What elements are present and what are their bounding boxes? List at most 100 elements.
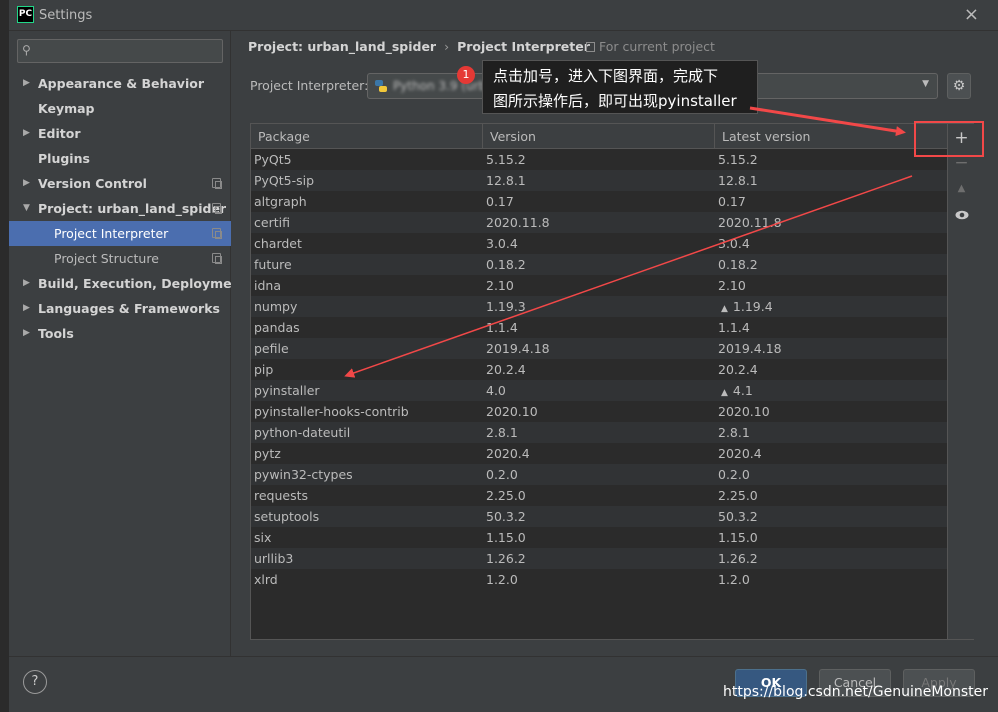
latest-version-cell: 2.8.1 <box>715 422 750 443</box>
chevron-down-icon[interactable]: ▼ <box>23 196 30 221</box>
version-cell: 0.2.0 <box>483 464 518 485</box>
sidebar-item-plugins[interactable]: Plugins <box>9 146 231 171</box>
latest-version-cell-text: 3.0.4 <box>718 236 750 251</box>
table-row[interactable]: numpy 1.19.3 ▲ 1.19.4 <box>251 296 947 317</box>
column-header-latest-version[interactable]: Latest version <box>715 124 947 149</box>
version-cell: 2019.4.18 <box>483 338 550 359</box>
chevron-right-icon[interactable]: ▶ <box>23 296 30 321</box>
upgrade-package-icon[interactable]: ▲ <box>948 177 975 201</box>
sidebar-item-label: Project Interpreter <box>54 226 169 241</box>
package-cell: pywin32-ctypes <box>251 464 353 485</box>
sidebar-item-project-interpreter[interactable]: Project Interpreter <box>9 221 231 246</box>
chevron-right-icon[interactable]: ▶ <box>23 71 30 96</box>
package-cell-text: PyQt5 <box>254 152 292 167</box>
table-row[interactable]: pandas 1.1.4 1.1.4 <box>251 317 947 338</box>
chevron-right-icon[interactable]: ▶ <box>23 121 30 146</box>
column-header-package[interactable]: Package <box>251 124 483 149</box>
version-cell: 3.0.4 <box>483 233 518 254</box>
project-scope-icon <box>212 178 222 189</box>
table-row[interactable]: pefile 2019.4.18 2019.4.18 <box>251 338 947 359</box>
table-row[interactable]: idna 2.10 2.10 <box>251 275 947 296</box>
table-row[interactable]: certifi 2020.11.8 2020.11.8 <box>251 212 947 233</box>
column-header-version[interactable]: Version <box>483 124 715 149</box>
gear-icon[interactable]: ⚙ <box>947 73 971 99</box>
package-cell: urllib3 <box>251 548 293 569</box>
table-row[interactable]: pip 20.2.4 20.2.4 <box>251 359 947 380</box>
project-scope-icon <box>212 228 222 239</box>
table-row[interactable]: pyinstaller-hooks-contrib 2020.10 2020.10 <box>251 401 947 422</box>
version-cell: 2020.10 <box>483 401 538 422</box>
table-row[interactable]: pytz 2020.4 2020.4 <box>251 443 947 464</box>
sidebar-item-label: Tools <box>38 326 74 341</box>
table-row[interactable]: xlrd 1.2.0 1.2.0 <box>251 569 947 590</box>
package-toolbar: + − ▲ <box>947 124 974 639</box>
version-cell: 2.25.0 <box>483 485 526 506</box>
table-row[interactable]: requests 2.25.0 2.25.0 <box>251 485 947 506</box>
chevron-right-icon[interactable]: ▶ <box>23 321 30 346</box>
table-row[interactable]: python-dateutil 2.8.1 2.8.1 <box>251 422 947 443</box>
table-row[interactable]: PyQt5 5.15.2 5.15.2 <box>251 149 947 170</box>
version-cell-text: 20.2.4 <box>486 362 526 377</box>
close-icon[interactable]: × <box>964 4 979 25</box>
sidebar-item-label: Build, Execution, Deployment <box>38 276 247 291</box>
show-early-releases-icon[interactable] <box>948 203 975 227</box>
annotation-line-1: 点击加号，进入下图界面，完成下 <box>493 67 719 85</box>
watermark-url: https://blog.csdn.net/GenuineMonster <box>722 684 988 700</box>
table-header: Package Version Latest version <box>251 124 947 149</box>
upgrade-available-icon: ▲ <box>721 388 728 398</box>
sidebar-item-label: Project: urban_land_spider <box>38 201 227 216</box>
table-row[interactable]: setuptools 50.3.2 50.3.2 <box>251 506 947 527</box>
python-icon <box>375 80 387 92</box>
package-cell: numpy <box>251 296 297 317</box>
latest-version-cell-text: 2.8.1 <box>718 425 750 440</box>
sidebar-item-project-urban-land-spider[interactable]: ▼ Project: urban_land_spider <box>9 196 231 221</box>
version-cell-text: 2020.10 <box>486 404 538 419</box>
sidebar-item-project-structure[interactable]: Project Structure <box>9 246 231 271</box>
sidebar-item-label: Project Structure <box>54 251 159 266</box>
table-row[interactable]: altgraph 0.17 0.17 <box>251 191 947 212</box>
search-input[interactable]: ⚲ <box>17 39 223 63</box>
sidebar-item-appearance-behavior[interactable]: ▶ Appearance & Behavior <box>9 71 231 96</box>
sidebar-item-languages-frameworks[interactable]: ▶ Languages & Frameworks <box>9 296 231 321</box>
package-cell-text: python-dateutil <box>254 425 351 440</box>
sidebar-item-label: Appearance & Behavior <box>38 76 204 91</box>
table-row[interactable]: pyinstaller 4.0 ▲ 4.1 <box>251 380 947 401</box>
latest-version-cell: 1.15.0 <box>715 527 758 548</box>
window-title: Settings <box>39 8 93 23</box>
sidebar-item-build-execution-deployment[interactable]: ▶ Build, Execution, Deployment <box>9 271 246 296</box>
table-body: PyQt5 5.15.2 5.15.2 PyQt5-sip 12.8.1 12.8.1 al… <box>251 149 947 590</box>
table-row[interactable]: PyQt5-sip 12.8.1 12.8.1 <box>251 170 947 191</box>
chevron-right-icon[interactable]: ▶ <box>23 171 30 196</box>
latest-version-cell: 1.26.2 <box>715 548 758 569</box>
sidebar-item-tools[interactable]: ▶ Tools <box>9 321 231 346</box>
latest-version-cell: 2020.10 <box>715 401 770 422</box>
package-cell: xlrd <box>251 569 278 590</box>
sidebar-item-keymap[interactable]: Keymap <box>9 96 231 121</box>
table-row[interactable]: chardet 3.0.4 3.0.4 <box>251 233 947 254</box>
package-cell-text: pywin32-ctypes <box>254 467 353 482</box>
pycharm-logo-icon: PC <box>17 6 34 23</box>
latest-version-cell: 2019.4.18 <box>715 338 782 359</box>
version-cell-text: 12.8.1 <box>486 173 526 188</box>
table-row[interactable]: urllib3 1.26.2 1.26.2 <box>251 548 947 569</box>
sidebar-item-editor[interactable]: ▶ Editor <box>9 121 231 146</box>
table-row[interactable]: six 1.15.0 1.15.0 <box>251 527 947 548</box>
sidebar-item-label: Languages & Frameworks <box>38 301 220 316</box>
chevron-right-icon[interactable]: ▶ <box>23 271 30 296</box>
latest-version-cell: 12.8.1 <box>715 170 758 191</box>
sidebar-item-label: Plugins <box>38 151 90 166</box>
breadcrumb-project[interactable]: Project: urban_land_spider <box>248 39 436 54</box>
package-cell-text: setuptools <box>254 509 320 524</box>
package-cell: future <box>251 254 292 275</box>
package-cell-text: certifi <box>254 215 290 230</box>
sidebar-item-version-control[interactable]: ▶ Version Control <box>9 171 231 196</box>
version-cell: 0.17 <box>483 191 514 212</box>
package-cell: six <box>251 527 271 548</box>
version-cell-text: 1.26.2 <box>486 551 526 566</box>
table-row[interactable]: future 0.18.2 0.18.2 <box>251 254 947 275</box>
latest-version-cell-text: 1.1.4 <box>718 320 750 335</box>
table-row[interactable]: pywin32-ctypes 0.2.0 0.2.0 <box>251 464 947 485</box>
help-icon[interactable]: ? <box>23 670 47 694</box>
latest-version-cell-text: 2020.11.8 <box>718 215 782 230</box>
version-cell-text: 0.17 <box>486 194 514 209</box>
